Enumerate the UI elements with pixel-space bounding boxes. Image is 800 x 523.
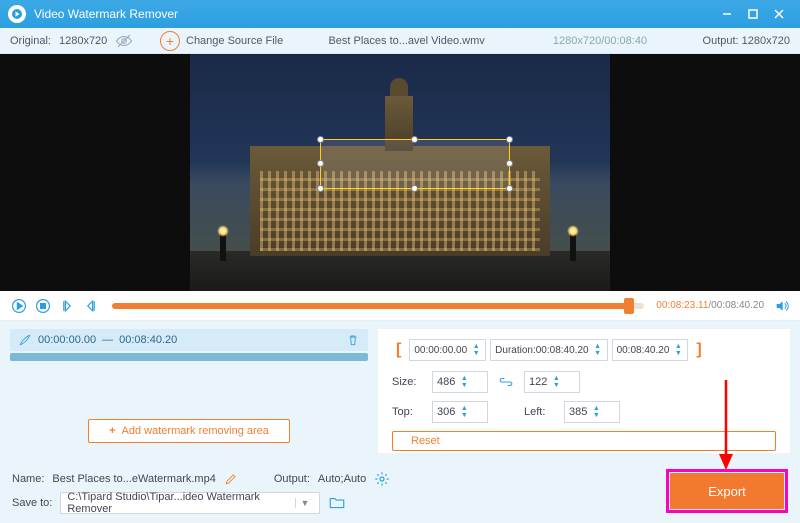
video-preview[interactable]: [0, 54, 800, 291]
properties-panel: [ 00:00:00.00▲▼ Duration:00:08:40.20▲▼ 0…: [378, 329, 790, 453]
spin-down[interactable]: ▼: [551, 382, 561, 389]
change-source-label: Change Source File: [186, 35, 283, 47]
output-settings-icon[interactable]: [374, 471, 390, 487]
spin-up[interactable]: ▲: [459, 405, 469, 412]
name-label: Name:: [12, 473, 44, 485]
top-label: Top:: [392, 406, 422, 418]
clip-range-bar[interactable]: [10, 353, 368, 361]
save-path-dropdown[interactable]: ▼: [295, 498, 313, 508]
close-button[interactable]: [766, 4, 792, 24]
time-display: 00:08:23.11/00:08:40.20: [656, 300, 764, 311]
resize-handle[interactable]: [411, 185, 418, 192]
app-logo: [8, 5, 26, 23]
stop-button[interactable]: [34, 297, 52, 315]
trim-start-button[interactable]: [58, 297, 76, 315]
resize-handle[interactable]: [506, 185, 513, 192]
open-folder-icon[interactable]: [328, 494, 346, 512]
resize-handle[interactable]: [317, 160, 324, 167]
trim-start-field[interactable]: 00:00:00.00▲▼: [409, 339, 486, 361]
watermark-selection-box[interactable]: [320, 139, 510, 189]
spin-down[interactable]: ▼: [593, 350, 603, 357]
set-end-bracket[interactable]: ]: [692, 341, 705, 359]
reset-button[interactable]: Reset: [392, 431, 776, 451]
trim-end-field[interactable]: 00:08:40.20▲▼: [612, 339, 689, 361]
spin-up[interactable]: ▲: [551, 375, 561, 382]
play-button[interactable]: [10, 297, 28, 315]
app-title: Video Watermark Remover: [34, 7, 178, 21]
current-time: 00:08:23.11: [656, 300, 708, 311]
info-bar: Original: 1280x720 + Change Source File …: [0, 28, 800, 54]
playback-bar: 00:08:23.11/00:08:40.20: [0, 291, 800, 321]
add-area-label: Add watermark removing area: [122, 425, 269, 437]
video-frame: [190, 54, 610, 291]
preview-toggle-icon[interactable]: [115, 32, 133, 50]
total-time: 00:08:40.20: [711, 300, 764, 311]
set-start-bracket[interactable]: [: [392, 341, 405, 359]
resize-handle[interactable]: [506, 136, 513, 143]
size-height-field[interactable]: 122▲▼: [524, 371, 580, 393]
add-watermark-area-button[interactable]: + Add watermark removing area: [88, 419, 290, 443]
source-dims-time: 1280x720/00:08:40: [530, 35, 670, 47]
change-source-button[interactable]: + Change Source File: [160, 31, 283, 51]
export-button[interactable]: Export: [670, 473, 784, 509]
top-field[interactable]: 306▲▼: [432, 401, 488, 423]
clip-start: 00:00:00.00: [38, 334, 96, 346]
save-to-label: Save to:: [12, 497, 52, 509]
maximize-button[interactable]: [740, 4, 766, 24]
output-format-label: Output:: [274, 473, 310, 485]
size-label: Size:: [392, 376, 422, 388]
save-path-field[interactable]: C:\Tipard Studio\Tipar...ideo Watermark …: [60, 492, 320, 514]
save-path-value: C:\Tipard Studio\Tipar...ideo Watermark …: [67, 491, 295, 515]
spin-down[interactable]: ▼: [471, 350, 481, 357]
resize-handle[interactable]: [317, 185, 324, 192]
brush-icon: [18, 333, 32, 347]
original-resolution: 1280x720: [59, 35, 107, 47]
minimize-button[interactable]: [714, 4, 740, 24]
spin-up[interactable]: ▲: [593, 343, 603, 350]
resize-handle[interactable]: [506, 160, 513, 167]
source-filename: Best Places to...avel Video.wmv: [283, 35, 530, 47]
output-label: Output:: [703, 35, 739, 47]
volume-icon[interactable]: [774, 298, 790, 314]
left-label: Left:: [524, 406, 554, 418]
original-label: Original:: [10, 35, 51, 47]
clip-list-panel: 00:00:00.00 — 00:08:40.20 + Add watermar…: [0, 321, 378, 461]
spin-up[interactable]: ▲: [471, 343, 481, 350]
size-width-field[interactable]: 486▲▼: [432, 371, 488, 393]
trim-end-button[interactable]: [82, 297, 100, 315]
output-name: Best Places to...eWatermark.mp4: [52, 473, 215, 485]
spin-down[interactable]: ▼: [459, 382, 469, 389]
timeline-slider[interactable]: [112, 303, 644, 309]
spin-down[interactable]: ▼: [591, 412, 601, 419]
aspect-lock-icon[interactable]: [498, 374, 514, 390]
spin-up[interactable]: ▲: [591, 405, 601, 412]
clip-item[interactable]: 00:00:00.00 — 00:08:40.20: [10, 329, 368, 351]
spin-down[interactable]: ▼: [459, 412, 469, 419]
clip-end: 00:08:40.20: [119, 334, 177, 346]
lower-panel: 00:00:00.00 — 00:08:40.20 + Add watermar…: [0, 321, 800, 461]
delete-clip-icon[interactable]: [346, 333, 360, 347]
titlebar: Video Watermark Remover: [0, 0, 800, 28]
bottom-bar: Name: Best Places to...eWatermark.mp4 Ou…: [0, 461, 800, 523]
output-resolution: 1280x720: [742, 35, 790, 47]
spin-up[interactable]: ▲: [459, 375, 469, 382]
trim-duration-field[interactable]: Duration:00:08:40.20▲▼: [490, 339, 607, 361]
output-format-value: Auto;Auto: [318, 473, 366, 485]
plus-icon: +: [160, 31, 180, 51]
clip-sep: —: [102, 334, 113, 346]
resize-handle[interactable]: [317, 136, 324, 143]
timeline-knob[interactable]: [624, 298, 634, 314]
spin-up[interactable]: ▲: [673, 343, 683, 350]
spin-down[interactable]: ▼: [673, 350, 683, 357]
resize-handle[interactable]: [411, 136, 418, 143]
left-field[interactable]: 385▲▼: [564, 401, 620, 423]
edit-name-icon[interactable]: [224, 472, 238, 486]
